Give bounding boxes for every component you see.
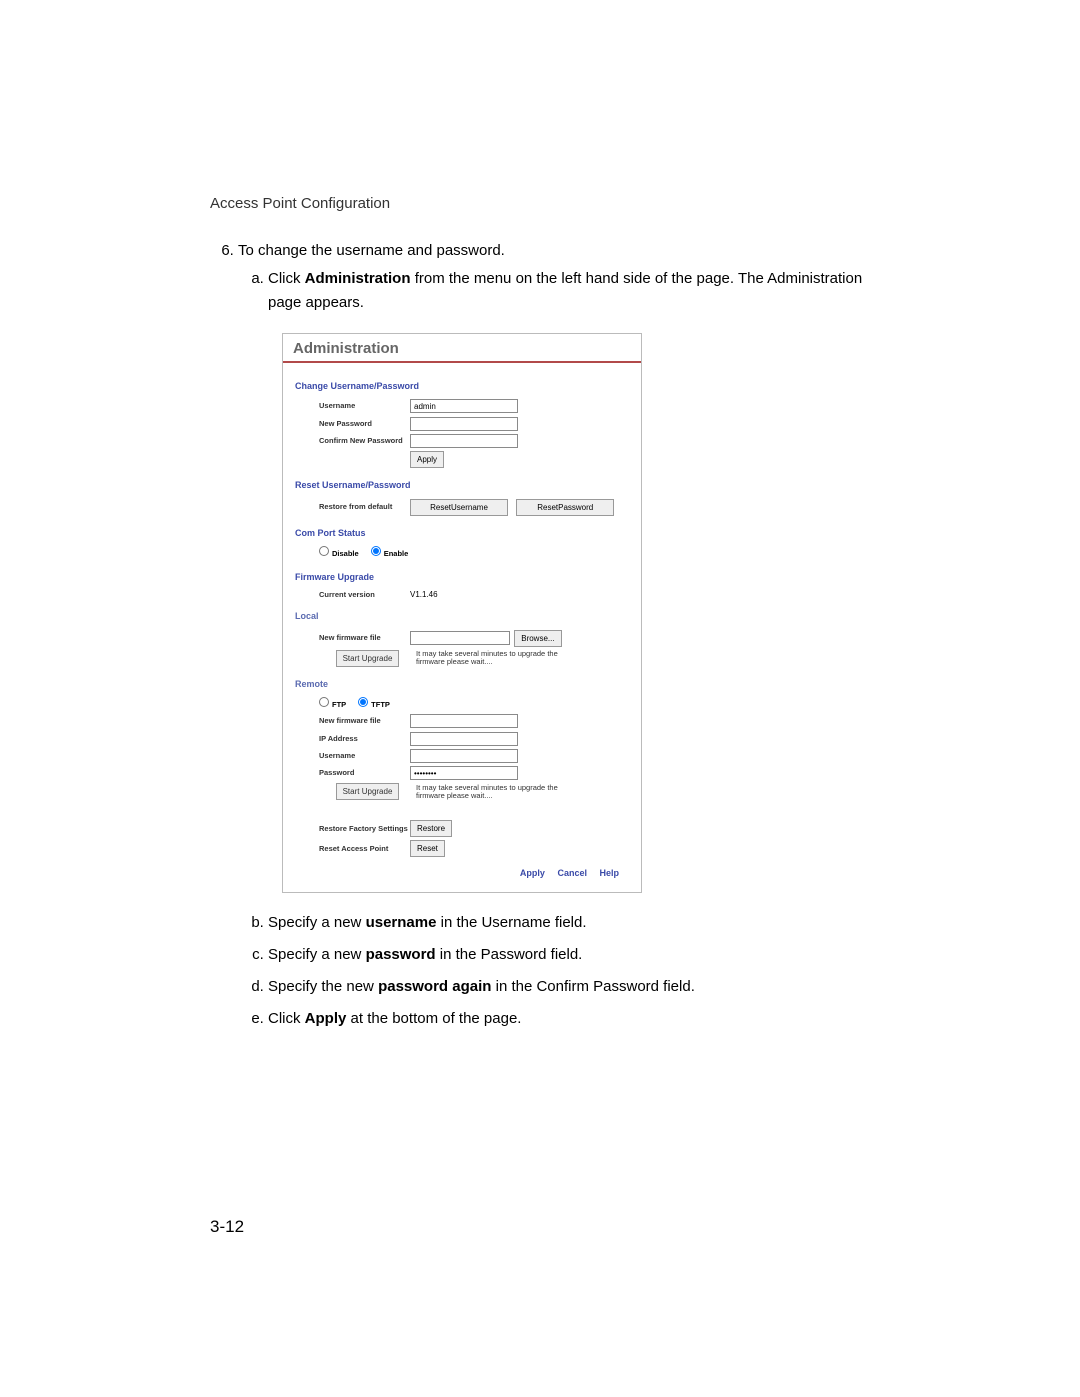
step-6d: Specify the new password again in the Co… [268,975,870,999]
local-upgrade-note: It may take several minutes to upgrade t… [416,650,574,667]
sect-local: Local [295,609,629,623]
label-remote-username: Username [295,752,410,760]
radio-ftp[interactable] [319,697,329,707]
proto-tftp[interactable]: TFTP [358,697,390,711]
radio-tftp[interactable] [358,697,368,707]
local-start-upgrade-button[interactable]: Start Upgrade [336,650,400,667]
sect-comport: Com Port Status [295,526,629,540]
link-apply[interactable]: Apply [520,868,545,878]
link-cancel[interactable]: Cancel [557,868,587,878]
label-username: Username [295,402,410,410]
restore-button[interactable]: Restore [410,820,452,837]
radio-disable[interactable] [319,546,329,556]
comport-disable[interactable]: Disable [319,546,359,560]
label-ip-address: IP Address [295,735,410,743]
remote-password-field[interactable] [410,766,518,780]
confirm-password-field[interactable] [410,434,518,448]
browse-button[interactable]: Browse... [514,630,561,647]
step-6b: Specify a new username in the Username f… [268,911,870,935]
sect-firmware: Firmware Upgrade [295,570,629,584]
remote-upgrade-note: It may take several minutes to upgrade t… [416,784,574,801]
sect-remote: Remote [295,677,629,691]
footer-links: Apply Cancel Help [295,860,629,882]
label-reset-ap: Reset Access Point [295,845,410,853]
step-6e: Click Apply at the bottom of the page. [268,1007,870,1031]
username-field[interactable] [410,399,518,413]
new-password-field[interactable] [410,417,518,431]
reset-username-button[interactable]: ResetUsername [410,499,508,516]
panel-title: Administration [283,334,641,363]
admin-screenshot-figure: Administration Change Username/Password … [282,333,870,893]
reset-button[interactable]: Reset [410,840,445,857]
label-new-password: New Password [295,420,410,428]
local-firmware-file-field[interactable] [410,631,510,645]
label-restore-default: Restore from default [295,503,410,511]
comport-enable[interactable]: Enable [371,546,409,560]
radio-enable[interactable] [371,546,381,556]
step-list: To change the username and password. Cli… [210,242,870,1031]
step-6-text: To change the username and password. [238,242,505,259]
section-header: Access Point Configuration [210,195,870,212]
reset-password-button[interactable]: ResetPassword [516,499,614,516]
label-confirm-password: Confirm New Password [295,437,410,445]
ip-address-field[interactable] [410,732,518,746]
label-current-version: Current version [295,591,410,599]
step-6a: Click Administration from the menu on th… [268,267,870,893]
page-number: 3-12 [210,1217,244,1237]
apply-button[interactable]: Apply [410,451,444,468]
step-6: To change the username and password. Cli… [238,242,870,1031]
remote-start-upgrade-button[interactable]: Start Upgrade [336,783,400,800]
remote-username-field[interactable] [410,749,518,763]
step-6c: Specify a new password in the Password f… [268,943,870,967]
admin-panel: Administration Change Username/Password … [282,333,642,893]
proto-ftp[interactable]: FTP [319,697,346,711]
label-new-firmware-remote: New firmware file [295,717,410,725]
label-remote-password: Password [295,769,410,777]
label-new-firmware-local: New firmware file [295,634,410,642]
sect-reset-credentials: Reset Username/Password [295,478,629,492]
label-restore-factory: Restore Factory Settings [295,825,410,833]
current-version-value: V1.1.46 [410,590,629,599]
link-help[interactable]: Help [599,868,619,878]
remote-firmware-file-field[interactable] [410,714,518,728]
sect-change-credentials: Change Username/Password [295,379,629,393]
step-6-sub: Click Administration from the menu on th… [238,267,870,1031]
